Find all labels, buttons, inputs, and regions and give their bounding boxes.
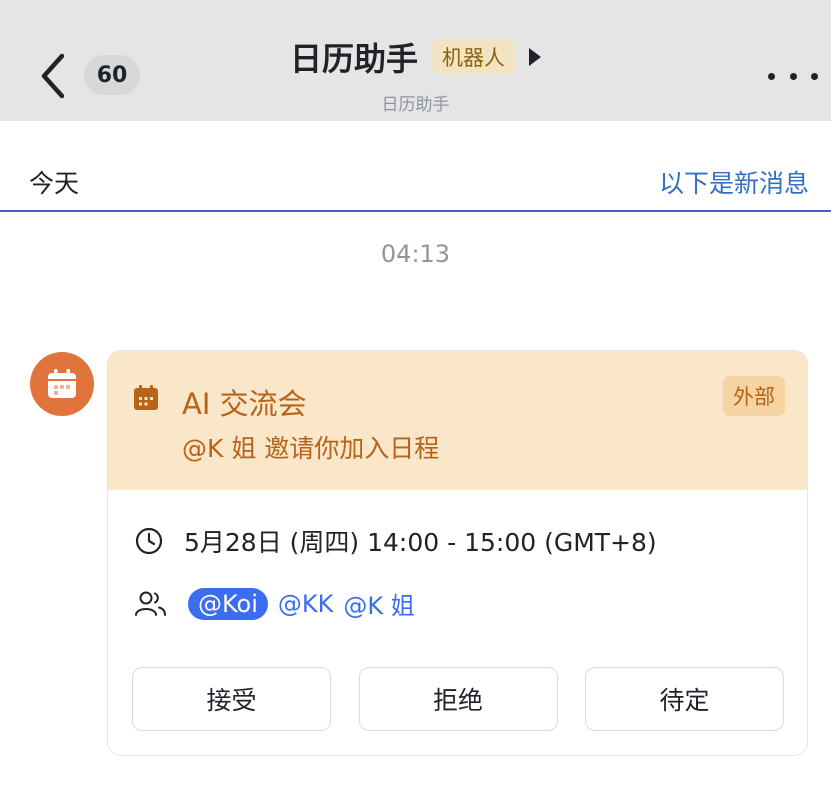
external-tag: 外部 bbox=[723, 376, 785, 416]
rsvp-buttons: 接受 拒绝 待定 bbox=[132, 667, 784, 731]
event-title: AI 交流会 bbox=[182, 387, 307, 421]
calendar-icon bbox=[134, 385, 158, 410]
chat-title[interactable]: 日历助手 bbox=[290, 34, 418, 80]
attendee-mention[interactable]: @KK bbox=[278, 590, 333, 618]
message-timestamp: 04:13 bbox=[380, 240, 451, 268]
invite-text: @K 姐 邀请你加入日程 bbox=[182, 434, 440, 463]
event-datetime: 5月28日 (周四) 14:00 - 15:00 (GMT+8) bbox=[184, 528, 657, 557]
chat-header: 60 日历助手 机器人 日历助手 bbox=[0, 0, 831, 121]
tentative-button[interactable]: 待定 bbox=[585, 667, 784, 731]
new-messages-divider bbox=[0, 210, 831, 212]
more-dots-icon[interactable] bbox=[768, 66, 818, 86]
attendee-mention[interactable]: @K 姐 bbox=[343, 586, 414, 621]
chat-subtitle: 日历助手 bbox=[381, 95, 450, 115]
date-divider-label: 今天 bbox=[29, 169, 80, 198]
attendee-mention-self[interactable]: @Koi bbox=[188, 587, 268, 620]
calendar-icon bbox=[48, 369, 76, 398]
new-messages-label: 以下是新消息 bbox=[658, 169, 809, 198]
bot-avatar[interactable] bbox=[30, 352, 94, 416]
attendees-row: @Koi @KK @K 姐 bbox=[134, 586, 415, 621]
accept-button[interactable]: 接受 bbox=[132, 667, 331, 731]
event-time-row: 5月28日 (周四) 14:00 - 15:00 (GMT+8) bbox=[134, 523, 657, 559]
play-triangle-icon[interactable] bbox=[529, 48, 541, 66]
people-icon bbox=[135, 591, 166, 616]
decline-button[interactable]: 拒绝 bbox=[358, 667, 558, 731]
clock-icon bbox=[135, 527, 163, 555]
bot-tag: 机器人 bbox=[432, 40, 515, 74]
card-header: AI 交流会 外部 @K 姐 邀请你加入日程 bbox=[108, 351, 807, 490]
calendar-invite-card[interactable]: AI 交流会 外部 @K 姐 邀请你加入日程 5月28日 (周四) 14:00 … bbox=[107, 350, 808, 756]
